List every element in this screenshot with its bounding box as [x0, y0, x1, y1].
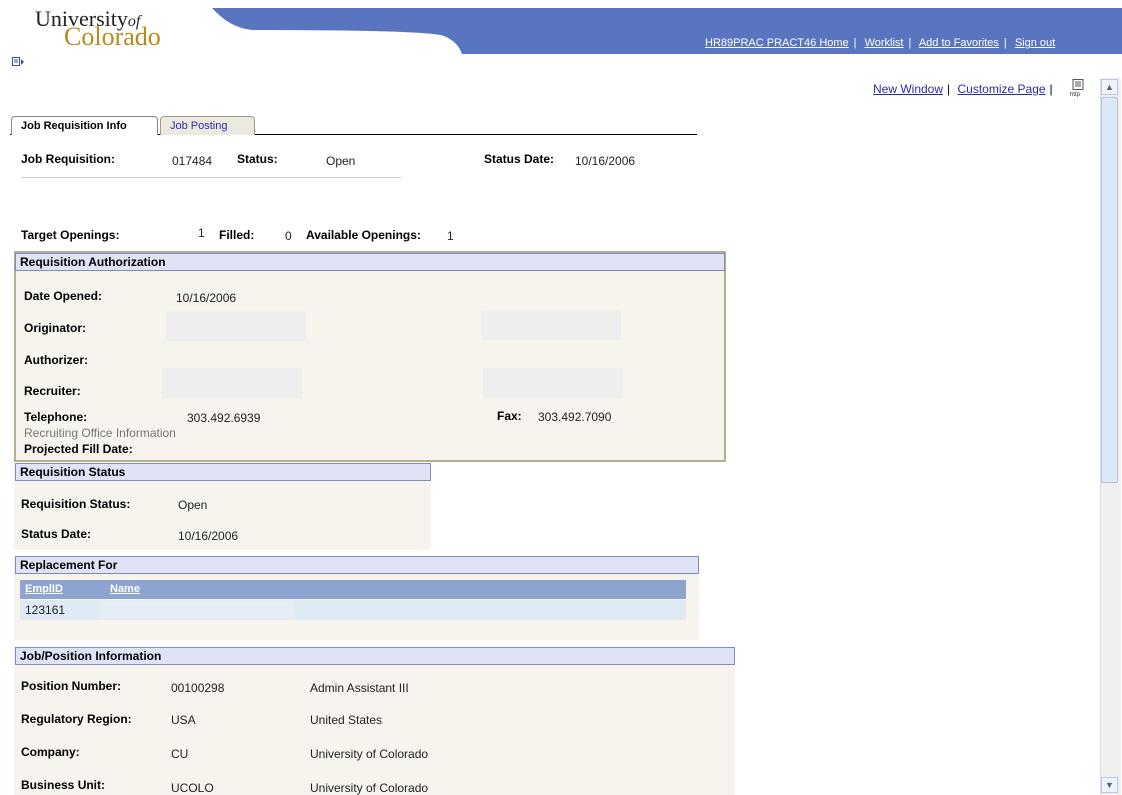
authorizer-label: Authorizer: [24, 353, 88, 367]
originator-name-redacted [481, 310, 621, 340]
sign-out-link[interactable]: Sign out [1015, 37, 1055, 49]
requisition-authorization-header: Requisition Authorization [15, 253, 725, 271]
name-cell-redacted [100, 601, 295, 619]
regulatory-region-label: Regulatory Region: [21, 712, 132, 726]
position-number-label: Position Number: [21, 679, 122, 693]
telephone-label: Telephone: [24, 410, 88, 424]
job-requisition-label: Job Requisition: [21, 152, 115, 166]
nav-menu-icon[interactable] [12, 57, 24, 67]
available-openings-label: Available Openings: [306, 228, 421, 242]
recruiting-office-info: Recruiting Office Information [24, 426, 176, 440]
originator-redacted [166, 311, 306, 341]
worklist-link[interactable]: Worklist [865, 37, 904, 49]
fax-value: 303.492.7090 [538, 410, 612, 424]
target-openings-label: Target Openings: [21, 228, 120, 242]
originator-label: Originator: [24, 321, 86, 335]
scroll-down-icon[interactable]: ▼ [1101, 777, 1118, 793]
divider [21, 177, 401, 178]
req-status-date-value: 10/16/2006 [178, 529, 239, 543]
scroll-up-icon[interactable]: ▲ [1101, 79, 1118, 95]
requisition-status-header: Requisition Status [15, 463, 431, 481]
recruiter-redacted [162, 368, 302, 398]
recruiter-name-redacted [483, 368, 623, 398]
company-desc: University of Colorado [310, 747, 429, 761]
position-number-value: 00100298 [171, 681, 225, 695]
requisition-status-label: Requisition Status: [21, 497, 131, 511]
status-label: Status: [237, 152, 278, 166]
scroll-thumb[interactable] [1101, 97, 1118, 483]
logo-colorado: Colorado [64, 22, 161, 51]
available-openings-value: 1 [447, 229, 454, 243]
page-links: New Window | Customize Page | [873, 82, 1053, 96]
recruiter-label: Recruiter: [24, 384, 81, 398]
header-links: HR89PRAC PRACT46 Home | Worklist | Add to … [705, 37, 1056, 49]
job-position-header: Job/Position Information [15, 647, 735, 665]
status-value: Open [326, 154, 356, 168]
business-unit-label: Business Unit: [21, 778, 106, 792]
business-unit-value: UCOLO [171, 781, 214, 795]
regulatory-region-value: USA [171, 713, 196, 727]
emplid-cell: 123161 [25, 603, 66, 617]
replacement-grid-header: EmplID Name [20, 580, 686, 599]
target-openings-value: 1 [198, 226, 205, 240]
home-link[interactable]: HR89PRAC PRACT46 Home [705, 37, 849, 49]
tab-job-posting[interactable]: Job Posting [160, 116, 255, 135]
requisition-status-value: Open [178, 498, 208, 512]
telephone-value: 303.492.6939 [187, 411, 261, 425]
filled-label: Filled: [219, 228, 255, 242]
new-window-link[interactable]: New Window [873, 82, 943, 96]
company-label: Company: [21, 745, 80, 759]
emplid-column-header[interactable]: EmplID [25, 583, 63, 595]
tab-job-requisition-info[interactable]: Job Requisition Info [11, 116, 158, 135]
business-unit-desc: University of Colorado [310, 781, 429, 795]
http-icon[interactable]: http [1070, 79, 1086, 97]
regulatory-region-desc: United States [310, 713, 383, 727]
job-requisition-value: 017484 [172, 154, 213, 168]
company-value: CU [171, 747, 189, 761]
projected-fill-date-label: Projected Fill Date: [24, 442, 133, 456]
date-opened-label: Date Opened: [24, 289, 103, 303]
fax-label: Fax: [497, 409, 522, 423]
customize-page-link[interactable]: Customize Page [958, 82, 1046, 96]
filled-value: 0 [285, 229, 292, 243]
req-status-date-label: Status Date: [21, 527, 92, 541]
date-opened-value: 10/16/2006 [176, 291, 237, 305]
position-title: Admin Assistant III [310, 681, 409, 695]
status-date-value: 10/16/2006 [575, 154, 636, 168]
add-to-favorites-link[interactable]: Add to Favorites [919, 37, 999, 49]
svg-text:http: http [1070, 92, 1081, 97]
name-column-header[interactable]: Name [110, 583, 140, 595]
replacement-for-header: Replacement For [15, 556, 699, 574]
status-date-label: Status Date: [484, 152, 555, 166]
